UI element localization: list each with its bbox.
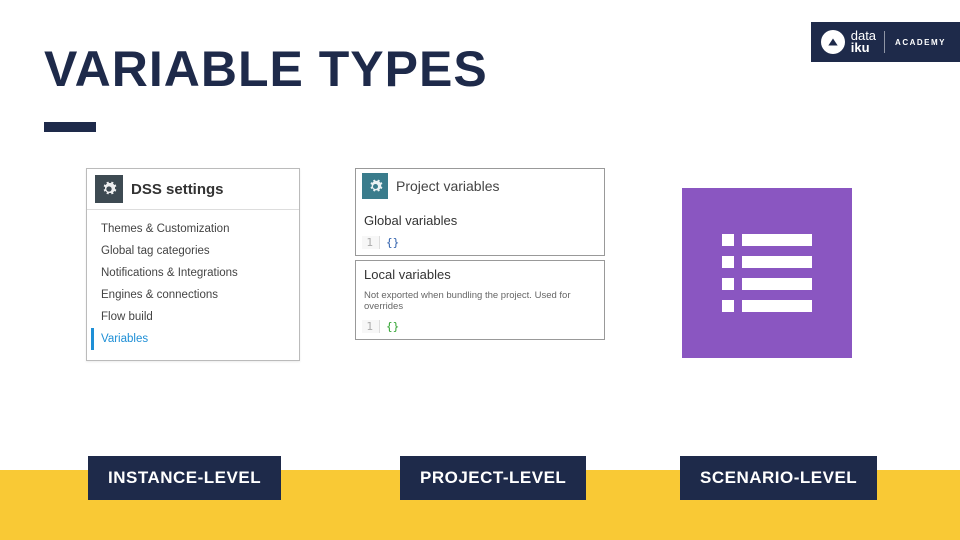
menu-item-engines[interactable]: Engines & connections	[91, 284, 295, 306]
list-icon	[722, 234, 812, 312]
project-variables-card-local: Local variables Not exported when bundli…	[355, 260, 605, 340]
project-variables-title: Project variables	[396, 178, 500, 194]
project-variables-header: Project variables	[356, 169, 604, 203]
instance-level-label: INSTANCE-LEVEL	[88, 456, 281, 500]
dss-settings-title: DSS settings	[131, 181, 224, 198]
line-number: 1	[362, 320, 380, 333]
brand-logo-icon	[821, 30, 845, 54]
global-variables-heading: Global variables	[356, 203, 604, 232]
local-variables-hint: Not exported when bundling the project. …	[356, 284, 604, 316]
column-instance: DSS settings Themes & Customization Glob…	[68, 168, 318, 361]
gears-icon	[95, 175, 123, 203]
column-scenario	[642, 168, 892, 361]
brand-academy-label: ACADEMY	[895, 38, 946, 47]
menu-item-themes[interactable]: Themes & Customization	[91, 218, 295, 240]
column-project: Project variables Global variables 1 {} …	[355, 168, 605, 361]
menu-item-variables[interactable]: Variables	[91, 328, 295, 350]
code-braces: {}	[386, 236, 399, 249]
local-variables-heading: Local variables	[356, 261, 604, 284]
global-vars-code-editor[interactable]: 1 {}	[362, 236, 598, 249]
brand-badge: data iku ACADEMY	[811, 22, 960, 62]
scenario-level-label: SCENARIO-LEVEL	[680, 456, 877, 500]
gears-icon	[362, 173, 388, 199]
dss-settings-header: DSS settings	[87, 169, 299, 210]
content-columns: DSS settings Themes & Customization Glob…	[0, 168, 960, 361]
scenario-icon-box	[682, 188, 852, 358]
local-vars-code-editor[interactable]: 1 {}	[362, 320, 598, 333]
brand-separator	[884, 31, 885, 53]
menu-item-global-tags[interactable]: Global tag categories	[91, 240, 295, 262]
project-level-label: PROJECT-LEVEL	[400, 456, 586, 500]
code-braces: {}	[386, 320, 399, 333]
dss-settings-menu: Themes & Customization Global tag catego…	[87, 210, 299, 360]
menu-item-notifications[interactable]: Notifications & Integrations	[91, 262, 295, 284]
project-variables-card-global: Project variables Global variables 1 {}	[355, 168, 605, 256]
page-title: VARIABLE TYPES	[44, 40, 488, 98]
dss-settings-card: DSS settings Themes & Customization Glob…	[86, 168, 300, 361]
menu-item-flow-build[interactable]: Flow build	[91, 306, 295, 328]
brand-text: data iku	[851, 30, 876, 54]
title-underline	[44, 122, 96, 132]
line-number: 1	[362, 236, 380, 249]
